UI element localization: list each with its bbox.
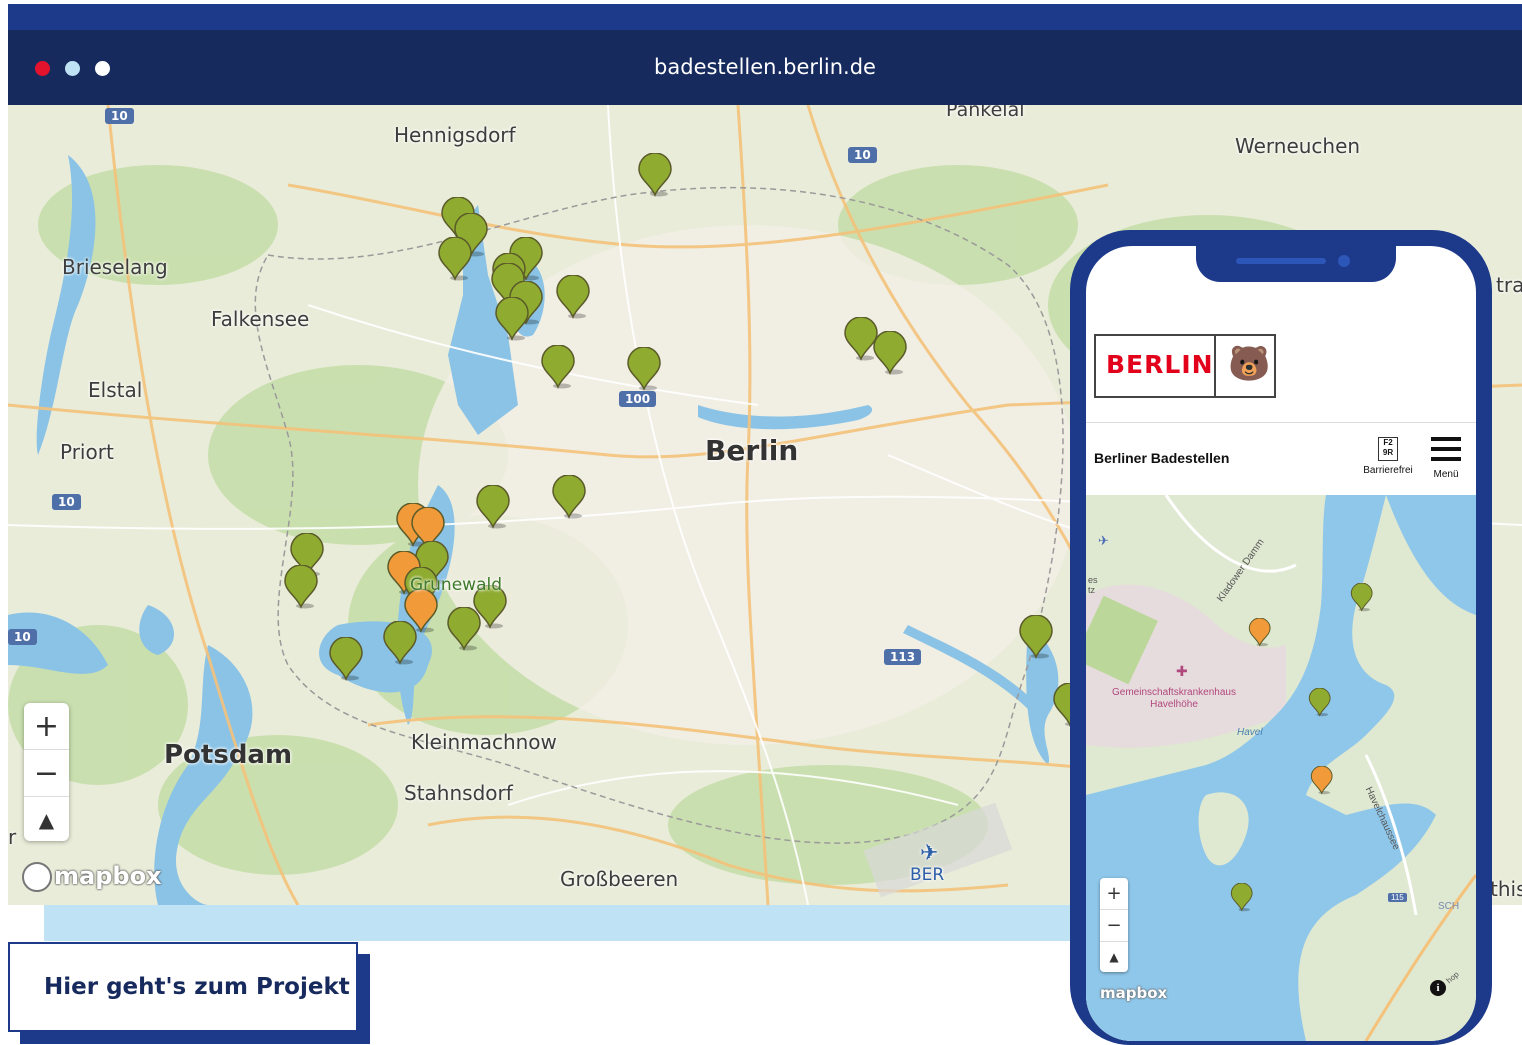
top-accent-bar bbox=[8, 4, 1522, 30]
hamburger-icon bbox=[1431, 437, 1461, 461]
road-shield: 10 bbox=[8, 629, 37, 645]
place-label-airport: BER bbox=[910, 865, 945, 885]
place-label: Falkensee bbox=[211, 307, 310, 331]
bathing-site-marker[interactable] bbox=[1230, 883, 1253, 912]
place-label: Priort bbox=[60, 440, 114, 464]
bathing-site-marker[interactable] bbox=[551, 475, 587, 519]
bathing-site-marker[interactable] bbox=[494, 297, 530, 341]
bathing-site-marker[interactable] bbox=[1018, 615, 1054, 659]
bathing-site-marker[interactable] bbox=[872, 331, 908, 375]
road-shield: 113 bbox=[884, 649, 922, 665]
bathing-site-marker[interactable] bbox=[1350, 583, 1373, 612]
logo-divider bbox=[1214, 336, 1216, 396]
phone-zoom-out-button[interactable]: − bbox=[1100, 910, 1128, 942]
place-label: Grunewald bbox=[410, 575, 503, 595]
accessibility-icon: F2 9R bbox=[1378, 437, 1398, 461]
berlin-logo[interactable]: BERLIN 🐻 bbox=[1094, 334, 1276, 398]
place-label: Brieselang bbox=[62, 255, 168, 279]
mapbox-text: mapbox bbox=[54, 862, 162, 890]
place-label: Potsdam bbox=[164, 740, 293, 770]
phone-zoom-in-button[interactable]: + bbox=[1100, 878, 1128, 910]
warning-bathing-site-marker[interactable] bbox=[1248, 618, 1271, 647]
airport-icon: ✈ bbox=[1098, 533, 1109, 548]
accessibility-label: Barrierefrei bbox=[1363, 465, 1413, 476]
camera-icon bbox=[1338, 255, 1350, 267]
site-title: Berliner Badestellen bbox=[1094, 450, 1230, 466]
place-label: Werneuchen bbox=[1235, 134, 1361, 158]
phone-mapbox-attribution[interactable]: mapbox bbox=[1100, 984, 1167, 1002]
bathing-site-marker[interactable] bbox=[637, 153, 673, 197]
place-label: Hennigsdorf bbox=[394, 123, 516, 147]
mapbox-attribution[interactable]: mapbox bbox=[22, 862, 162, 892]
phone-compass-button[interactable]: ▲ bbox=[1100, 942, 1128, 973]
edge-fragment: r bbox=[8, 825, 17, 849]
bathing-site-marker[interactable] bbox=[328, 637, 364, 681]
phone-notch bbox=[1196, 246, 1396, 282]
speaker-grille bbox=[1236, 258, 1326, 264]
place-label-berlin: Berlin bbox=[705, 434, 799, 467]
place-label: Elstal bbox=[88, 378, 143, 402]
road-shield: 10 bbox=[52, 494, 81, 510]
project-link-button[interactable]: Hier geht's zum Projekt bbox=[8, 942, 358, 1032]
edge-fragment: tra bbox=[1496, 273, 1522, 297]
bathing-site-marker[interactable] bbox=[437, 237, 473, 281]
info-icon[interactable]: i bbox=[1430, 980, 1446, 996]
browser-titlebar: badestellen.berlin.de bbox=[8, 30, 1522, 105]
phone-map-canvas bbox=[1086, 495, 1476, 1041]
zoom-in-button[interactable]: + bbox=[24, 703, 69, 750]
airport-icon: ✈ bbox=[920, 841, 939, 866]
berlin-bear-icon: 🐻 bbox=[1228, 344, 1271, 384]
decorative-blue-strip bbox=[44, 905, 1094, 941]
url-text: badestellen.berlin.de bbox=[654, 55, 876, 79]
hospital-icon: ✚ bbox=[1176, 663, 1188, 679]
place-label: Kleinmachnow bbox=[411, 730, 557, 754]
menu-label: Menü bbox=[1433, 469, 1459, 480]
bathing-site-marker[interactable] bbox=[283, 565, 319, 609]
road-shield: 100 bbox=[619, 391, 657, 407]
place-label: Großbeeren bbox=[560, 867, 679, 891]
phone-map[interactable]: Kladower Damm Gemeinschaftskrankenhaus H… bbox=[1086, 495, 1476, 1041]
road-shield: 10 bbox=[848, 147, 877, 163]
mapbox-logo-icon bbox=[22, 862, 52, 892]
bathing-site-marker[interactable] bbox=[475, 485, 511, 529]
phone-zoom-control: + − ▲ bbox=[1100, 878, 1128, 972]
phone-screen: BERLIN 🐻 Berliner Badestellen F2 9R Barr… bbox=[1086, 246, 1476, 1041]
road-shield: 10 bbox=[105, 108, 134, 124]
bathing-site-marker[interactable] bbox=[1308, 688, 1331, 717]
bathing-site-marker[interactable] bbox=[540, 345, 576, 389]
bathing-site-marker[interactable] bbox=[446, 607, 482, 651]
accessibility-button[interactable]: F2 9R Barrierefrei bbox=[1362, 437, 1414, 476]
phone-mockup: BERLIN 🐻 Berliner Badestellen F2 9R Barr… bbox=[1070, 230, 1492, 1045]
warning-bathing-site-marker[interactable] bbox=[1310, 766, 1333, 795]
water-label: Havel bbox=[1237, 727, 1263, 738]
road-shield: 115 bbox=[1388, 893, 1407, 902]
bathing-site-marker[interactable] bbox=[555, 275, 591, 319]
edge-fragment: SCH bbox=[1438, 901, 1460, 912]
edge-fragment: this bbox=[1490, 877, 1522, 901]
edge-fragment: es tz bbox=[1088, 575, 1098, 595]
map-zoom-control: + − ▲ bbox=[24, 703, 69, 841]
project-link-label: Hier geht's zum Projekt bbox=[44, 974, 350, 1000]
zoom-out-button[interactable]: − bbox=[24, 750, 69, 797]
compass-button[interactable]: ▲ bbox=[24, 797, 69, 843]
place-label: Pankelal bbox=[946, 105, 1025, 121]
bathing-site-marker[interactable] bbox=[626, 347, 662, 391]
place-label: Stahnsdorf bbox=[404, 781, 513, 805]
berlin-logo-word: BERLIN bbox=[1106, 350, 1214, 379]
phone-header: Berliner Badestellen F2 9R Barrierefrei … bbox=[1086, 422, 1476, 496]
menu-button[interactable]: Menü bbox=[1426, 437, 1466, 480]
hospital-label: Gemeinschaftskrankenhaus Havelhöhe bbox=[1112, 687, 1236, 710]
bathing-site-marker[interactable] bbox=[382, 621, 418, 665]
